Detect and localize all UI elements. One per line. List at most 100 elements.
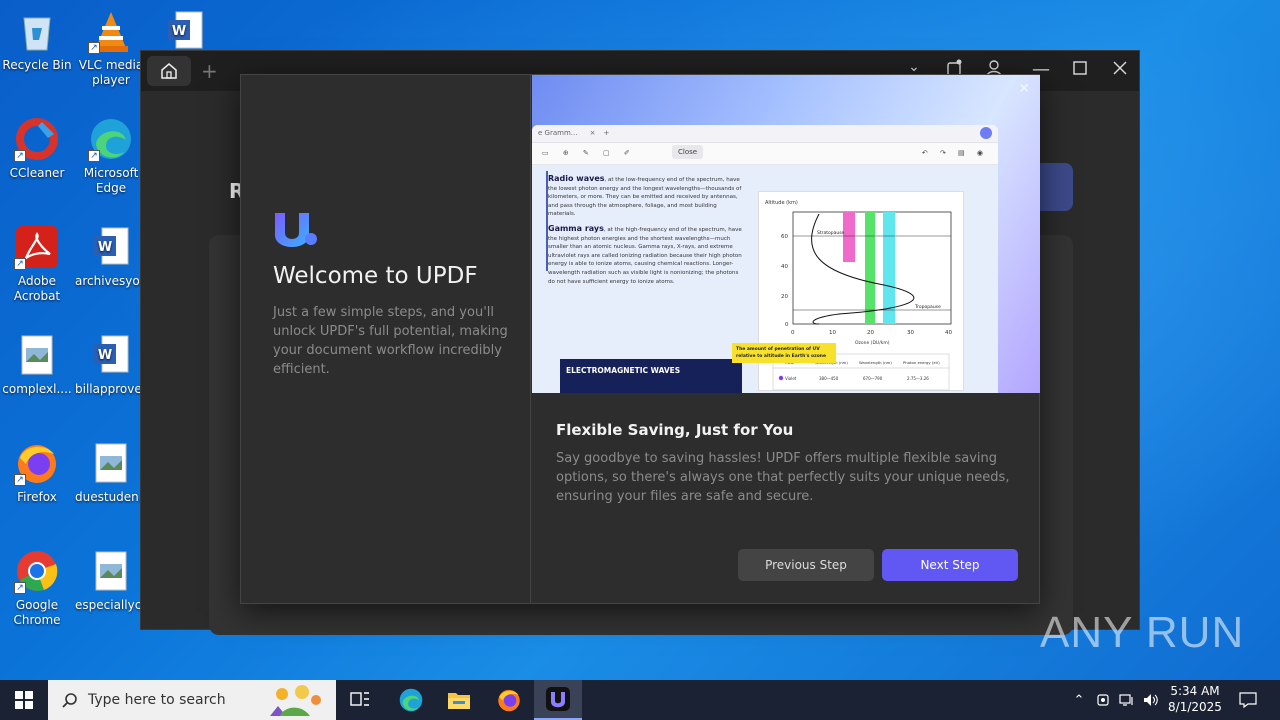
preview-callout: The amount of penetration of UV relative… [732,343,836,363]
updf-logo-icon [271,207,319,251]
svg-text:W: W [172,24,186,39]
onboarding-dialog: Welcome to UPDF Just a few simple steps,… [240,74,1040,604]
svg-text:10: 10 [829,330,836,336]
taskbar-updf[interactable] [534,680,582,720]
taskbar: Type here to search ⌃ 5:34 AM 8/1/2025 [0,680,1280,720]
svg-text:60: 60 [781,234,788,240]
svg-text:Stratopause: Stratopause [817,230,845,236]
taskbar-file-explorer[interactable] [435,680,483,720]
chevron-down-icon[interactable]: ⌄ [899,59,929,75]
desktop-icon-edge[interactable]: ↗ Microsoft Edge [75,116,147,196]
svg-text:W: W [98,348,112,363]
image-file-icon [88,440,134,486]
svg-text:Violet: Violet [785,376,797,381]
ccleaner-icon: ↗ [14,116,60,162]
desktop-icon-chrome[interactable]: ↗ Google Chrome [1,548,73,628]
em-waves-box: ELECTROMAGNETIC WAVES [560,359,742,393]
svg-text:380—450: 380—450 [819,376,839,381]
task-view-icon [350,692,369,706]
welcome-title: Welcome to UPDF [273,263,478,289]
desktop-icon-recycle-bin[interactable]: Recycle Bin [1,8,73,73]
recycle-bin-icon [14,8,60,54]
home-tab[interactable] [147,56,191,86]
tray-chevron-up-icon[interactable]: ⌃ [1068,680,1090,720]
svg-text:670—790: 670—790 [863,376,883,381]
svg-text:Wavelength (nm): Wavelength (nm) [859,360,892,365]
svg-text:20: 20 [867,330,874,336]
search-highlight-flowers-icon [270,685,321,716]
taskbar-edge[interactable] [387,680,435,720]
dialog-left-pane: Welcome to UPDF Just a few simple steps,… [241,75,531,603]
desktop-icon-firefox[interactable]: ↗ Firefox [1,440,73,505]
new-tab-plus-icon[interactable]: + [201,59,218,83]
svg-text:Ozone (DU/km): Ozone (DU/km) [855,340,890,346]
preview-document-window: e Gramm... × + ▭ ⊕ ✎ ▢ ✐ Close ↶ ↷ ▤ ◉ Ra… [532,125,998,393]
windows-logo-icon [15,691,33,709]
preview-tab-label: e Gramm... [538,129,578,137]
desktop-icon-archivesyo[interactable]: W archivesyo... [75,224,151,289]
volume-icon[interactable] [1140,680,1162,720]
slide-title: Flexible Saving, Just for You [556,421,794,439]
word-doc-icon: W [88,332,134,378]
notification-center-icon[interactable] [1236,680,1260,720]
taskbar-search-box[interactable]: Type here to search [48,680,336,720]
next-step-button[interactable]: Next Step [882,549,1018,581]
firefox-icon [498,689,520,712]
close-icon[interactable] [1105,59,1135,80]
svg-text:20: 20 [781,294,788,300]
svg-text:0: 0 [785,322,789,328]
home-icon [161,63,177,79]
desktop-icon-ccleaner[interactable]: ↗ CCleaner [1,116,73,181]
svg-text:Altitude (km): Altitude (km) [765,200,798,206]
firefox-icon: ↗ [14,440,60,486]
dialog-right-pane: ✕ e Gramm... × + ▭ ⊕ ✎ ▢ ✐ Close ↶ ↷ ▤ ◉ … [532,75,1040,603]
desktop-icon-complexl[interactable]: complexl.... [1,332,73,397]
previous-step-button[interactable]: Previous Step [738,549,874,581]
word-doc-icon: W [88,224,134,270]
tray-device-icon[interactable] [1092,680,1114,720]
edge-icon [399,688,423,712]
svg-text:Tropopause: Tropopause [914,304,941,310]
svg-text:2.75—3.26: 2.75—3.26 [907,376,929,381]
edge-icon: ↗ [88,116,134,162]
desktop-icon-especiallyc[interactable]: especiallyc... [75,548,153,613]
preview-close-label: Close [672,145,704,159]
welcome-description: Just a few simple steps, and you'll unlo… [273,305,508,377]
feature-preview-image: ✕ e Gramm... × + ▭ ⊕ ✎ ▢ ✐ Close ↶ ↷ ▤ ◉ … [532,75,1040,393]
taskbar-clock[interactable]: 5:34 AM 8/1/2025 [1160,683,1230,715]
maximize-icon[interactable] [1065,59,1095,80]
desktop-icon-vlc[interactable]: ↗ VLC media player [75,8,147,88]
acrobat-icon: ↗ [14,224,60,270]
svg-text:30: 30 [907,330,914,336]
task-view-button[interactable] [336,680,384,720]
svg-text:40: 40 [945,330,952,336]
desktop-icon-duestuden[interactable]: duestuden... [75,440,150,505]
vlc-icon: ↗ [88,8,134,54]
svg-text:W: W [98,240,112,255]
image-file-icon [14,332,60,378]
clock-time: 5:34 AM [1170,684,1220,698]
preview-page: Radio waves, at the low-frequency end of… [532,165,998,393]
taskbar-firefox[interactable] [485,680,533,720]
clock-date: 8/1/2025 [1168,700,1222,714]
desktop-icon-billapprove[interactable]: W billapprove... [75,332,153,397]
folder-icon [448,693,470,709]
updf-icon [546,687,570,711]
svg-text:Photon energy (eV): Photon energy (eV) [903,360,940,365]
desktop-icon-acrobat[interactable]: ↗ Adobe Acrobat [1,224,73,304]
svg-text:0: 0 [791,330,795,336]
preview-text: Radio waves, at the low-frequency end of… [548,174,742,285]
image-file-icon [88,548,134,594]
search-icon [62,693,77,708]
slide-description: Say goodbye to saving hassles! UPDF offe… [556,451,1010,504]
svg-text:40: 40 [781,264,788,270]
search-placeholder: Type here to search [88,692,226,708]
anyrun-watermark: ANY RUN [1040,608,1245,657]
preview-toolbar: ▭ ⊕ ✎ ▢ ✐ Close ↶ ↷ ▤ ◉ [532,143,998,165]
word-doc-icon: W [162,8,208,54]
start-button[interactable] [0,680,48,720]
network-icon[interactable] [1116,680,1138,720]
chrome-icon: ↗ [14,548,60,594]
preview-tab-bar: e Gramm... × + [532,125,998,143]
preview-close-icon: ✕ [1018,81,1030,97]
